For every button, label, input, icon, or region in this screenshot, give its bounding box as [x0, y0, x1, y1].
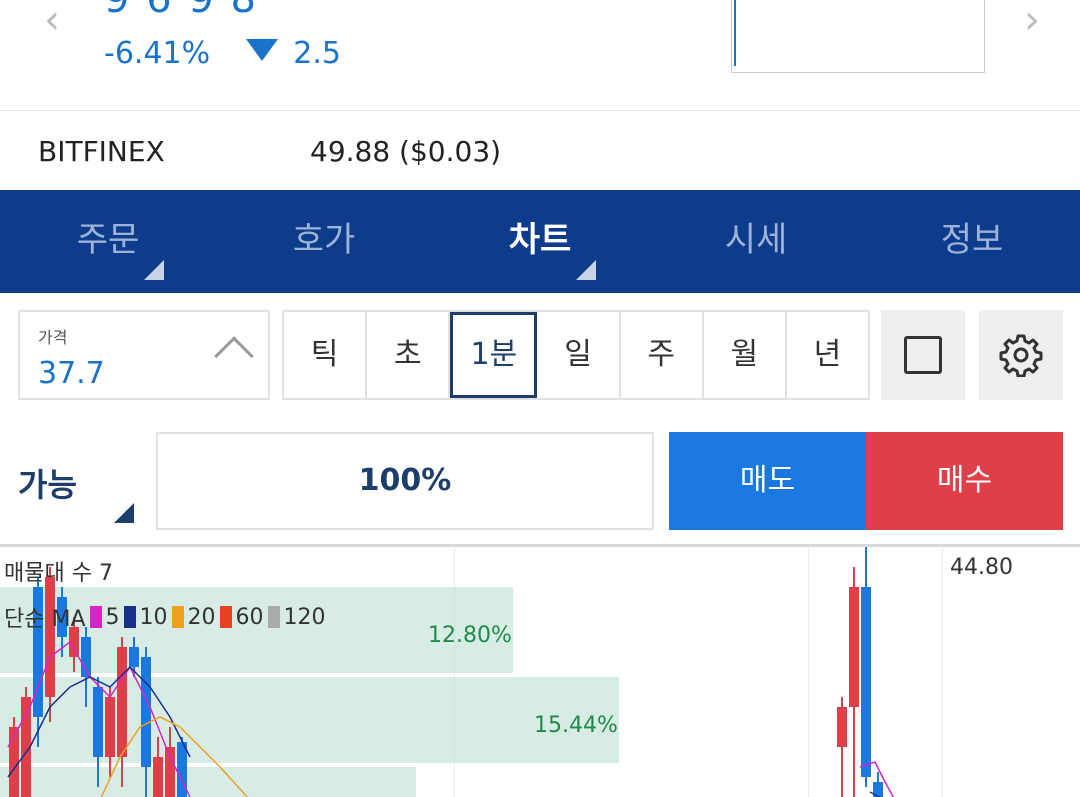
tab-info[interactable]: 정보 — [864, 190, 1080, 293]
sell-button[interactable]: 매도 — [669, 432, 866, 530]
candle-body — [45, 577, 55, 697]
ma120-label: 120 — [283, 604, 326, 630]
ma10-label: 10 — [139, 604, 168, 630]
volume-profile-title: 매물대 수 7 — [4, 561, 113, 586]
tab-label: 호가 — [292, 220, 356, 260]
candle-body — [165, 747, 175, 797]
change-amount: 2.5 — [293, 36, 341, 71]
period-1min[interactable]: 1분 — [450, 312, 538, 398]
corner-triangle-icon — [144, 260, 164, 280]
period-day[interactable]: 일 — [537, 312, 621, 398]
volume-profile-label: 12.80% — [428, 623, 512, 648]
ma5-swatch — [89, 606, 102, 628]
price-label: 가격 — [38, 328, 68, 347]
period-year[interactable]: 년 — [787, 312, 868, 398]
tab-label: 차트 — [508, 220, 572, 260]
candle-body — [117, 647, 127, 757]
price-axis-label: 44.80 — [950, 555, 1013, 580]
gear-icon — [999, 334, 1043, 377]
ma120-swatch — [267, 606, 280, 628]
candle-body — [93, 687, 103, 757]
period-month[interactable]: 월 — [704, 312, 787, 398]
price-selector[interactable]: 가격 37.7 — [18, 310, 270, 400]
tab-label: 시세 — [724, 220, 788, 260]
available-label: 가능 — [18, 466, 77, 504]
candle-body — [153, 757, 163, 797]
candle-body — [849, 587, 859, 707]
ma20-label: 20 — [187, 604, 216, 630]
exchange-row[interactable]: BITFINEX 49.88 ($0.03) — [0, 110, 1080, 190]
prev-arrow-icon[interactable]: ‹ — [32, 0, 72, 44]
ma10-swatch — [123, 606, 136, 628]
current-price: 9 6 9 8 — [104, 0, 258, 22]
settings-button[interactable] — [979, 310, 1063, 400]
chevron-up-icon — [214, 336, 254, 376]
corner-triangle-icon[interactable] — [114, 503, 134, 523]
order-percent-selector[interactable]: 100% — [156, 432, 654, 530]
tab-label: 주문 — [76, 220, 140, 260]
buy-button[interactable]: 매수 — [866, 432, 1063, 530]
price-change: -6.41% 2.5 — [104, 36, 341, 71]
fullscreen-button[interactable] — [881, 310, 965, 400]
change-percent: -6.41% — [104, 36, 211, 71]
candle-body — [129, 647, 139, 667]
candle-body — [837, 707, 847, 747]
tab-market[interactable]: 시세 — [648, 190, 864, 293]
period-second[interactable]: 초 — [367, 312, 451, 398]
tab-label: 정보 — [940, 220, 1004, 260]
candle-body — [141, 657, 151, 767]
period-selector: 틱 초 1분 일 주 월 년 — [282, 310, 870, 400]
ma-legend: 단순 MA 5 10 20 60 120 — [4, 601, 326, 633]
tab-orderbook[interactable]: 호가 — [216, 190, 596, 293]
next-arrow-icon[interactable]: › — [1012, 0, 1052, 44]
tab-order[interactable]: 주문 — [0, 190, 216, 293]
square-icon — [904, 336, 942, 374]
ma60-label: 60 — [235, 604, 264, 630]
main-tabs: 주문 호가 차트 시세 정보 — [0, 190, 1080, 293]
candlestick-plot — [7, 547, 895, 797]
down-triangle-icon — [245, 39, 278, 61]
ma20-swatch — [171, 606, 184, 628]
ma-title: 단순 MA — [4, 607, 86, 632]
period-week[interactable]: 주 — [621, 312, 704, 398]
candle-body — [861, 587, 871, 777]
tab-chart[interactable]: 차트 — [432, 190, 648, 293]
volume-profile-label: 15.44% — [534, 713, 618, 738]
price-chart[interactable]: 매물대 수 7 단순 MA 5 10 20 60 120 12.80% 15.4… — [0, 544, 1080, 797]
price-value: 37.7 — [38, 356, 105, 391]
ma5-label: 5 — [105, 604, 120, 630]
ma60-swatch — [219, 606, 232, 628]
mini-chart — [731, 0, 985, 73]
period-tick[interactable]: 틱 — [284, 312, 368, 398]
price-header: ‹ 9 6 9 8 -6.41% 2.5 › — [0, 0, 1080, 110]
candle-body — [105, 697, 115, 757]
exchange-name: BITFINEX — [38, 135, 165, 168]
exchange-price: 49.88 ($0.03) — [310, 135, 502, 168]
